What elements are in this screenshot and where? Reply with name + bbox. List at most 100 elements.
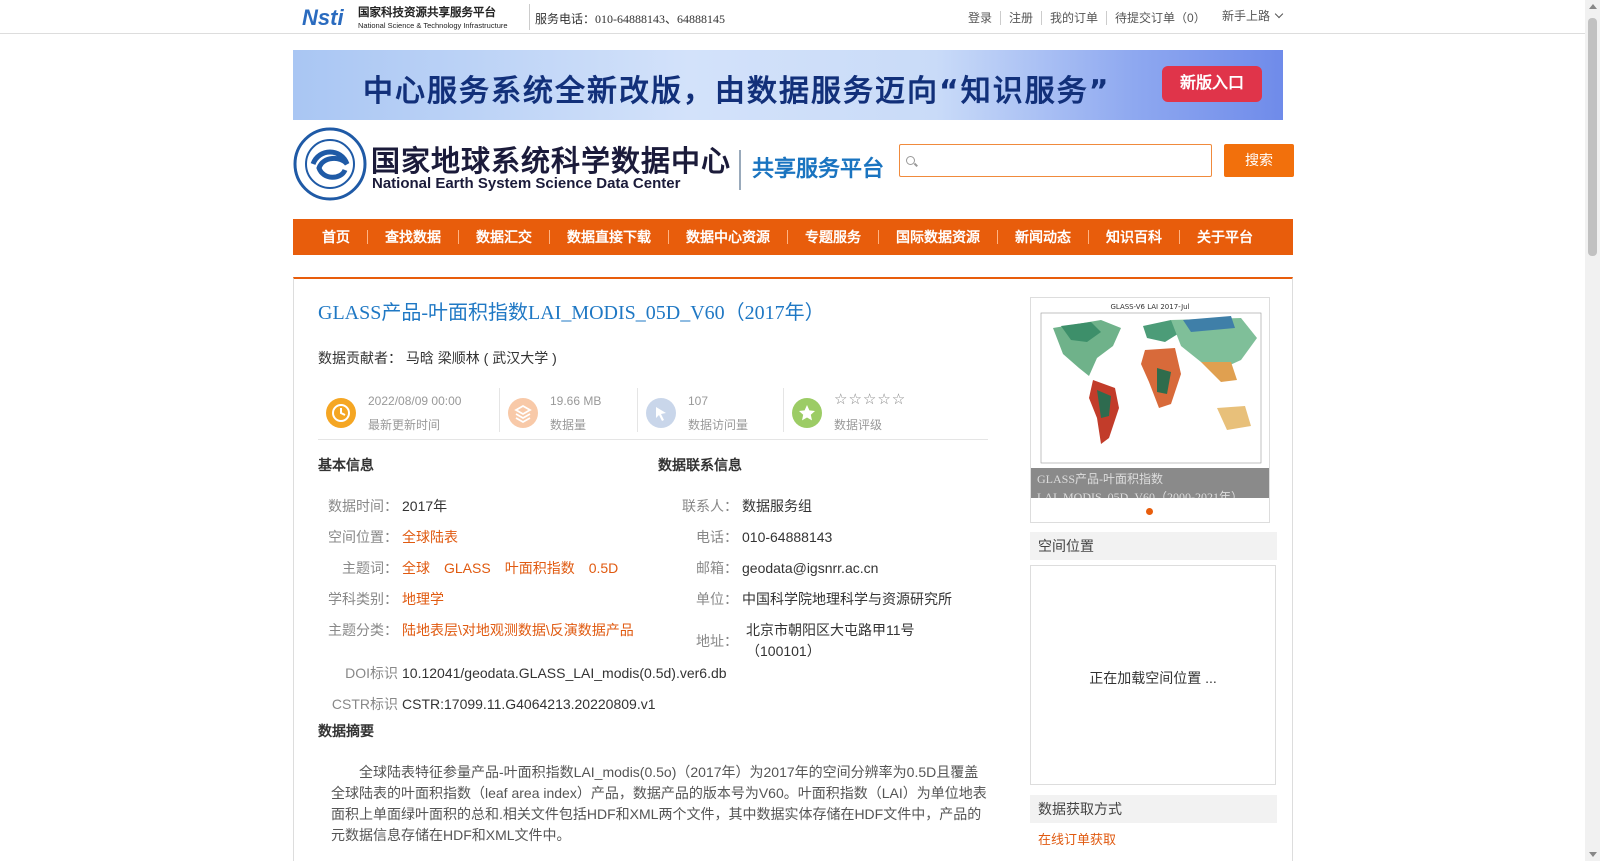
- dataset-stats: 2022/08/09 00:00 最新更新时间 19.66 MB 数据量 107…: [318, 384, 988, 440]
- stat-label: 数据量: [550, 418, 587, 432]
- top-links: 登录 注册 我的订单 待提交订单（0）: [960, 11, 1214, 25]
- pending-orders-link[interactable]: 待提交订单（0）: [1107, 11, 1214, 25]
- field-key: 联系人：: [682, 498, 738, 514]
- top-bar: Nsti 国家科技资源共享服务平台 National Science & Tec…: [0, 0, 1585, 34]
- loading-text: 正在加载空间位置 ...: [1089, 670, 1217, 686]
- carousel-caption[interactable]: GLASS产品-叶面积指数LAI_MODIS_05D_V60（2000-2021…: [1031, 468, 1269, 498]
- center-logo[interactable]: 国家地球系统科学数据中心 National Earth System Scien…: [293, 126, 733, 202]
- spatial-location-heading: 空间位置: [1030, 532, 1277, 560]
- field-key: CSTR标识: [331, 696, 398, 712]
- stat-value: 19.66 MB: [550, 394, 602, 408]
- nav-knowledge[interactable]: 知识百科: [1089, 230, 1180, 244]
- stat-updated: 2022/08/09 00:00 最新更新时间: [318, 388, 500, 432]
- database-icon: [508, 398, 538, 428]
- stat-label: 数据访问量: [688, 418, 749, 432]
- field-contact-person: 联系人： 数据服务组: [658, 496, 812, 516]
- keyword-link[interactable]: 全球: [402, 560, 430, 576]
- nav-about[interactable]: 关于平台: [1180, 230, 1270, 244]
- field-phone: 电话： 010-64888143: [658, 527, 832, 547]
- center-name-en: National Earth System Science Data Cente…: [372, 175, 681, 192]
- field-keywords: 主题词： 全球 GLASS 叶面积指数 0.5D: [318, 558, 632, 578]
- field-organization: 单位： 中国科学院地理科学与资源研究所: [658, 589, 952, 609]
- stat-label: 数据评级: [834, 418, 883, 432]
- search-input[interactable]: [920, 149, 1205, 173]
- main-nav: 首页 查找数据 数据汇交 数据直接下载 数据中心资源 专题服务 国际数据资源 新…: [293, 219, 1293, 255]
- keyword-link[interactable]: 叶面积指数: [505, 560, 575, 576]
- rating-stars[interactable]: ☆☆☆☆☆: [834, 390, 906, 408]
- field-key: 电话：: [696, 529, 738, 545]
- field-key: 地址：: [696, 633, 738, 649]
- basic-info-heading: 基本信息: [318, 457, 374, 473]
- field-value: 010-64888143: [742, 529, 833, 545]
- field-key: 数据时间：: [328, 498, 398, 514]
- nav-news[interactable]: 新闻动态: [998, 230, 1089, 244]
- login-link[interactable]: 登录: [960, 11, 1002, 25]
- center-name-cn: 国家地球系统科学数据中心: [371, 146, 732, 178]
- nav-data-submit[interactable]: 数据汇交: [459, 230, 550, 244]
- field-key: 主题分类：: [328, 622, 398, 638]
- contributor-value: 马晗 梁顺林 ( 武汉大学 ): [405, 350, 557, 366]
- center-emblem-icon: [293, 127, 367, 201]
- keyword-link[interactable]: 0.5D: [589, 560, 619, 576]
- my-orders-link[interactable]: 我的订单: [1042, 11, 1108, 25]
- online-order-link[interactable]: 在线订单获取: [1038, 829, 1116, 848]
- nsti-logo[interactable]: Nsti 国家科技资源共享服务平台 National Science & Tec…: [300, 3, 522, 31]
- field-cstr: CSTR标识 CSTR:17099.11.G4064213.20220809.v1: [318, 694, 656, 714]
- contributor: 数据贡献者： 马晗 梁顺林 ( 武汉大学 ): [318, 348, 557, 368]
- scroll-down-icon[interactable]: [1589, 852, 1597, 857]
- address-value: 北京市朝阳区大屯路甲11号 （100101）: [746, 620, 915, 662]
- spatial-link[interactable]: 全球陆表: [402, 529, 458, 545]
- page-scrollbar[interactable]: [1585, 0, 1600, 861]
- spatial-map-box[interactable]: 正在加载空间位置 ...: [1030, 565, 1276, 785]
- field-key: 主题词：: [342, 560, 398, 576]
- scroll-up-icon[interactable]: [1589, 4, 1597, 9]
- nav-center-resources[interactable]: 数据中心资源: [669, 230, 788, 244]
- field-value: CSTR:17099.11.G4064213.20220809.v1: [402, 696, 656, 712]
- field-subject: 学科类别： 地理学: [318, 589, 444, 609]
- field-doi: DOI标识 10.12041/geodata.GLASS_LAI_modis(0.…: [318, 663, 727, 683]
- field-value: 2017年: [402, 498, 448, 514]
- subject-link[interactable]: 地理学: [402, 591, 444, 607]
- field-email: 邮箱： geodata@igsnrr.ac.cn: [658, 558, 878, 578]
- nav-intl-resources[interactable]: 国际数据资源: [879, 230, 998, 244]
- scrollbar-thumb[interactable]: [1588, 18, 1597, 256]
- contact-info-heading: 数据联系信息: [658, 457, 742, 473]
- address-line: （100101）: [746, 643, 821, 659]
- field-category: 主题分类： 陆地表层\对地观测数据\反演数据产品: [318, 620, 634, 640]
- new-version-button[interactable]: 新版入口: [1162, 66, 1262, 102]
- field-address: 地址：: [658, 631, 738, 651]
- stat-rating: ☆☆☆☆☆ 数据评级: [784, 388, 964, 432]
- stat-label: 最新更新时间: [368, 418, 441, 432]
- map-title: GLASS-V6 LAI 2017-Jul: [1110, 303, 1189, 311]
- nav-find-data[interactable]: 查找数据: [368, 230, 459, 244]
- field-key: 邮箱：: [696, 560, 738, 576]
- nav-home[interactable]: 首页: [305, 230, 368, 244]
- chevron-down-icon: [1274, 9, 1284, 19]
- carousel-dot[interactable]: [1146, 508, 1153, 515]
- field-value: 数据服务组: [742, 498, 812, 514]
- search-button[interactable]: 搜索: [1224, 144, 1294, 177]
- stat-visits: 107 数据访问量: [638, 388, 784, 432]
- guide-label: 新手上路: [1222, 9, 1271, 23]
- abstract-text: 全球陆表特征参量产品-叶面积指数LAI_modis(0.5o)（2017年）为2…: [331, 764, 987, 843]
- svg-text:Nsti: Nsti: [302, 5, 344, 30]
- service-phone: 服务电话：010-64888143、64888145: [535, 12, 725, 26]
- keyword-link[interactable]: GLASS: [444, 560, 491, 576]
- field-key: 学科类别：: [328, 591, 398, 607]
- search-box[interactable]: [899, 144, 1212, 177]
- promo-banner[interactable]: 中心服务系统全新改版，由数据服务迈向“知识服务” 新版入口: [293, 50, 1283, 120]
- divider: [739, 150, 741, 190]
- field-value: 10.12041/geodata.GLASS_LAI_modis(0.5d).v…: [402, 665, 727, 681]
- guide-dropdown[interactable]: 新手上路: [1222, 7, 1284, 24]
- register-link[interactable]: 注册: [1001, 11, 1043, 25]
- category-link[interactable]: 陆地表层\对地观测数据\反演数据产品: [402, 622, 634, 638]
- data-access-heading: 数据获取方式: [1030, 795, 1277, 823]
- divider: [529, 4, 530, 30]
- address-line: 北京市朝阳区大屯路甲11号: [746, 622, 915, 638]
- nav-direct-download[interactable]: 数据直接下载: [550, 230, 669, 244]
- nav-topic-services[interactable]: 专题服务: [788, 230, 879, 244]
- stat-value: 107: [688, 394, 709, 408]
- nsti-logo-cn: 国家科技资源共享服务平台: [358, 5, 496, 19]
- preview-carousel[interactable]: GLASS-V6 LAI 2017-Jul GLASS产品-叶面积指数LAI_M…: [1030, 297, 1270, 523]
- search-icon: [906, 156, 915, 165]
